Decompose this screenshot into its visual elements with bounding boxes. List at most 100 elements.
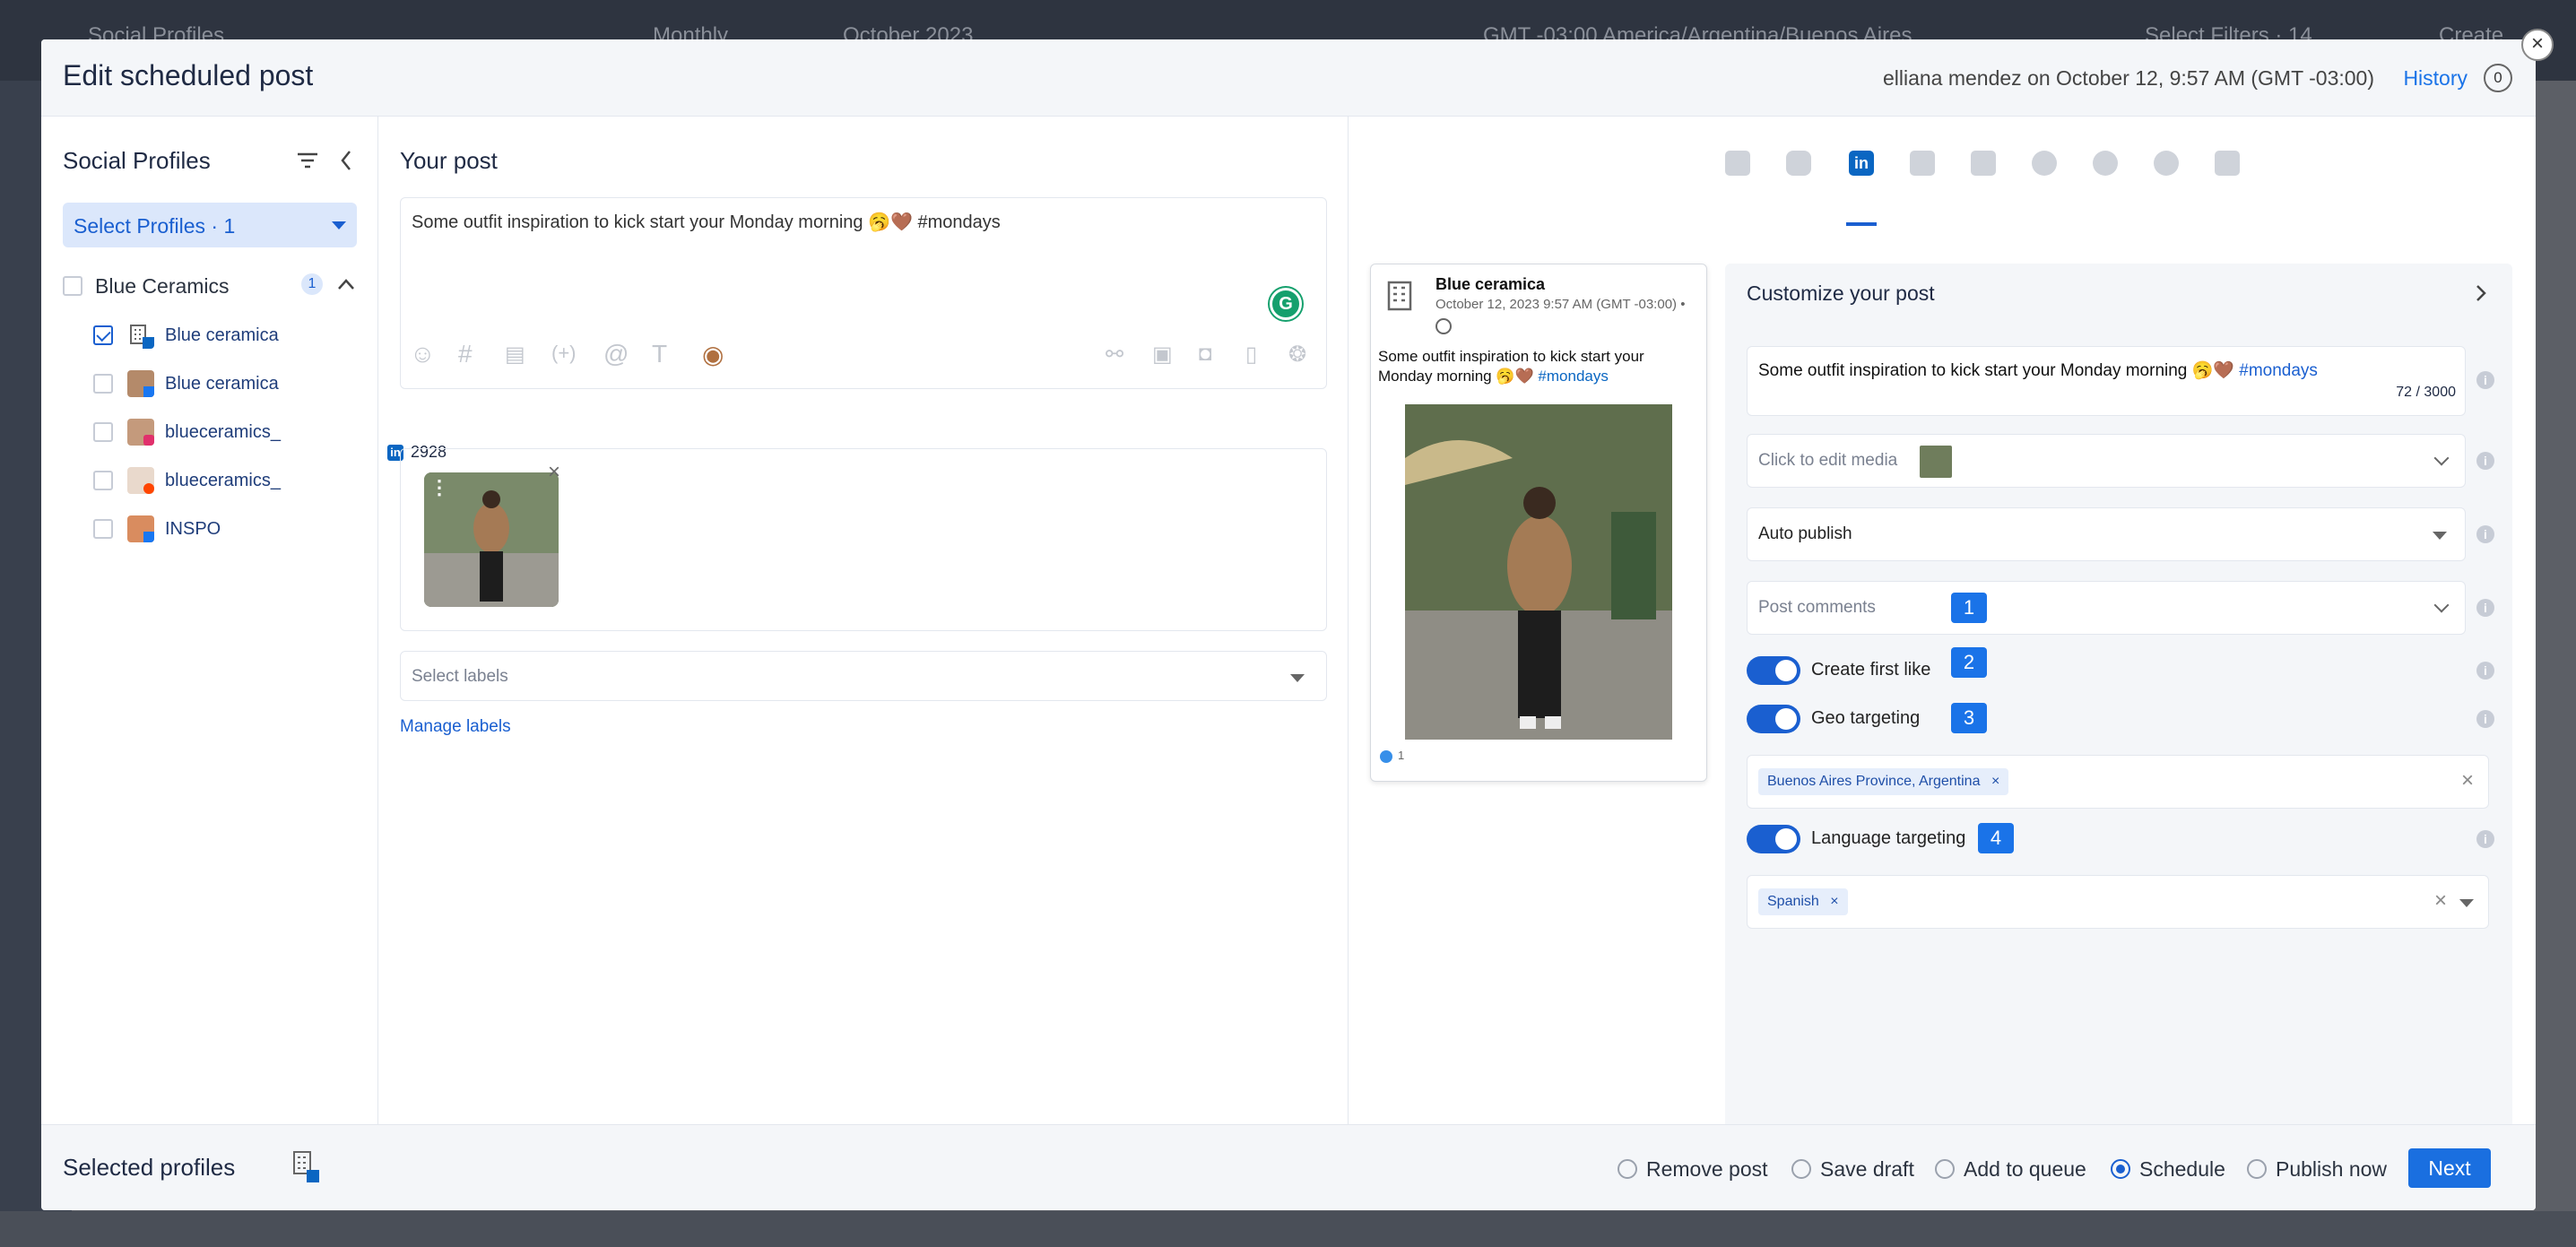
remove-chip-icon[interactable]: × — [1830, 894, 1838, 909]
geo-location-input[interactable]: Buenos Aires Province, Argentina × × — [1747, 755, 2489, 809]
more-options-icon[interactable]: ⋮ — [429, 476, 449, 499]
customize-hashtag: #mondays — [2239, 361, 2318, 380]
schedule-label[interactable]: Schedule — [2139, 1157, 2225, 1182]
chevron-right-icon[interactable] — [2475, 283, 2487, 303]
geo-targeting-toggle[interactable] — [1747, 705, 1800, 733]
select-profiles-label: Select Profiles · 1 — [74, 214, 236, 238]
group-name: Blue Ceramics — [95, 274, 230, 298]
customize-text-line[interactable]: Some outfit inspiration to kick start yo… — [1758, 359, 2318, 381]
post-comments-dropdown[interactable]: Post comments — [1747, 581, 2466, 635]
remove-post-radio[interactable] — [1618, 1159, 1637, 1179]
add-to-queue-label[interactable]: Add to queue — [1964, 1157, 2086, 1182]
ai-assistant-icon[interactable]: ◉ — [702, 340, 724, 369]
reddit-network-icon[interactable] — [2093, 151, 2118, 176]
next-button[interactable]: Next — [2408, 1148, 2491, 1188]
preview-text-block: Some outfit inspiration to kick start yo… — [1378, 347, 1701, 386]
clear-icon[interactable]: × — [2461, 768, 2474, 793]
profile-checkbox[interactable] — [93, 519, 113, 539]
chevron-down-icon — [2433, 597, 2450, 613]
remove-media-icon[interactable]: × — [548, 460, 560, 485]
media-thumbnail — [1920, 446, 1952, 478]
post-text[interactable]: Some outfit inspiration to kick start yo… — [412, 211, 1001, 233]
select-labels-dropdown[interactable]: Select labels — [400, 651, 1327, 701]
schedule-radio[interactable] — [2111, 1159, 2130, 1179]
info-icon[interactable]: i — [2476, 662, 2494, 680]
gif-icon[interactable]: ▣ — [1152, 342, 1173, 368]
youtube-network-icon[interactable] — [1971, 151, 1996, 176]
profile-checkbox[interactable] — [93, 471, 113, 490]
profile-name: INSPO — [165, 519, 221, 539]
customize-post-panel: Customize your post Some outfit inspirat… — [1725, 264, 2512, 1137]
edit-media-dropdown[interactable]: Click to edit media — [1747, 434, 2466, 488]
info-icon[interactable]: i — [2476, 371, 2494, 389]
emoji-icon[interactable]: ☺ — [410, 340, 436, 368]
tiktok-network-icon[interactable] — [2215, 151, 2240, 176]
caret-down-icon[interactable] — [2459, 899, 2474, 907]
remove-chip-icon[interactable]: × — [1991, 774, 1999, 789]
pinterest-network-icon[interactable] — [2154, 151, 2179, 176]
history-link[interactable]: History — [2403, 66, 2468, 91]
profile-name: blueceramics_ — [165, 471, 281, 490]
select-profiles-dropdown[interactable]: Select Profiles · 1 — [63, 203, 357, 247]
manage-labels-link[interactable]: Manage labels — [400, 717, 511, 737]
reaction-count: 1 — [1398, 749, 1405, 762]
info-icon[interactable]: i — [2476, 452, 2494, 470]
mention-icon[interactable]: @ — [603, 340, 629, 368]
linkedin-network-icon[interactable]: in — [1849, 151, 1874, 176]
add-to-queue-radio[interactable] — [1935, 1159, 1955, 1179]
modal-meta: elliana mendez on October 12, 9:57 AM (G… — [1882, 66, 2374, 90]
post-text-editor[interactable]: Some outfit inspiration to kick start yo… — [400, 197, 1327, 389]
profile-checkbox[interactable] — [93, 422, 113, 442]
snippet-icon[interactable]: ▤ — [505, 342, 525, 368]
caret-down-icon — [1290, 674, 1305, 682]
attached-image-thumbnail[interactable]: ⋮ — [424, 472, 559, 607]
info-icon[interactable]: i — [2476, 830, 2494, 848]
facebook-avatar-icon — [127, 370, 154, 397]
filter-icon[interactable] — [296, 151, 319, 170]
clear-icon[interactable]: × — [2434, 888, 2447, 914]
publish-mode-dropdown[interactable]: Auto publish — [1747, 507, 2466, 561]
media-library-icon[interactable]: ❂ — [1288, 342, 1306, 368]
caret-down-icon — [2433, 532, 2447, 540]
preview-image — [1405, 404, 1672, 740]
link-icon[interactable]: ⚯ — [1106, 342, 1123, 368]
text-format-icon[interactable]: T — [652, 340, 667, 368]
first-like-toggle[interactable] — [1747, 656, 1800, 685]
save-draft-radio[interactable] — [1791, 1159, 1811, 1179]
facebook-network-icon[interactable] — [1725, 151, 1750, 176]
info-icon[interactable]: i — [2476, 710, 2494, 728]
info-icon[interactable]: i — [2476, 599, 2494, 617]
selected-profiles-label: Selected profiles — [63, 1154, 236, 1181]
selected-profile-avatar-icon[interactable] — [289, 1148, 321, 1184]
remove-post-label[interactable]: Remove post — [1646, 1157, 1768, 1182]
camera-icon[interactable]: ◘ — [1199, 342, 1212, 367]
language-input[interactable]: Spanish × × — [1747, 875, 2489, 929]
google-network-icon[interactable] — [2032, 151, 2057, 176]
profile-checkbox[interactable] — [93, 374, 113, 394]
collapse-icon[interactable] — [339, 149, 353, 172]
building-avatar-icon — [1387, 281, 1412, 311]
profiles-panel: Social Profiles Select Profiles · 1 Blue… — [41, 117, 378, 1124]
preview-author: Blue ceramica — [1435, 275, 1546, 293]
marker-4: 4 — [1978, 823, 2014, 853]
customize-text-field[interactable]: Some outfit inspiration to kick start yo… — [1747, 346, 2466, 416]
customize-title: Customize your post — [1747, 281, 1935, 305]
language-chip: Spanish × — [1758, 888, 1848, 915]
save-draft-label[interactable]: Save draft — [1820, 1157, 1914, 1182]
modal-footer: Selected profiles Remove post Save draft… — [41, 1124, 2536, 1210]
publish-now-label[interactable]: Publish now — [2276, 1157, 2387, 1182]
variable-icon[interactable]: (+) — [551, 342, 577, 365]
language-targeting-toggle[interactable] — [1747, 825, 1800, 853]
grammarly-icon[interactable]: G — [1270, 288, 1302, 320]
geo-targeting-label: Geo targeting — [1811, 708, 1921, 728]
instagram-network-icon[interactable] — [1786, 151, 1811, 176]
profile-checkbox[interactable] — [93, 325, 113, 345]
info-icon[interactable]: i — [2476, 525, 2494, 543]
group-checkbox[interactable] — [63, 276, 82, 296]
chevron-up-icon[interactable] — [337, 278, 355, 290]
publish-now-radio[interactable] — [2247, 1159, 2267, 1179]
document-icon[interactable]: ▯ — [1245, 342, 1257, 368]
close-modal-button[interactable]: × — [2521, 29, 2554, 61]
twitter-network-icon[interactable] — [1910, 151, 1935, 176]
hashtag-icon[interactable]: # — [458, 340, 473, 368]
